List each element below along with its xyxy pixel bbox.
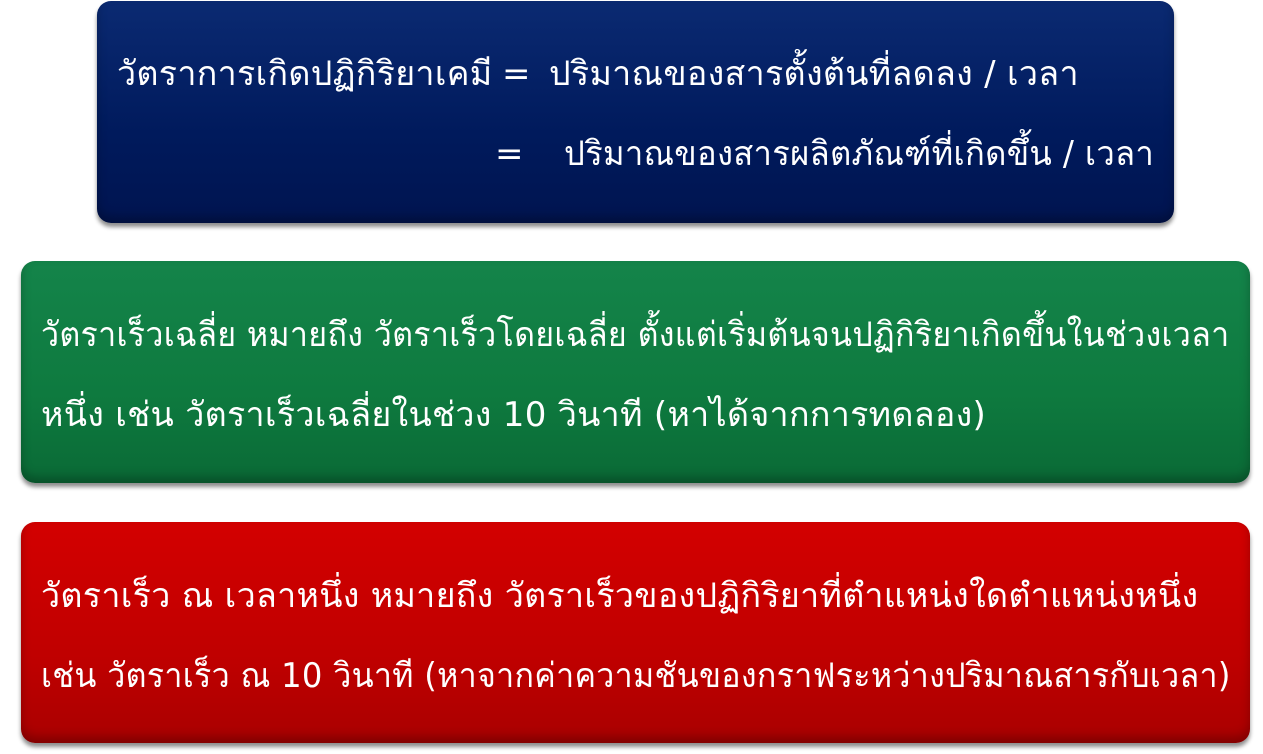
rate-product-formula: ปริมาณของสารผลิตภัณฑ์ที่เกิดขึ้น / เวลา <box>564 134 1155 174</box>
rate-definition-box: วัตราการเกิดปฏิกิริยาเคมี = ปริมาณของสาร… <box>97 1 1174 223</box>
rate-definition-label: วัตราการเกิดปฏิกิริยาเคมี <box>117 54 493 94</box>
average-rate-text-line2: หนึ่ง เช่น วัตราเร็วเฉลี่ยในช่วง 10 วินา… <box>41 395 987 435</box>
equals-sign-2: = <box>495 134 524 174</box>
average-rate-text-line1: วัตราเร็วเฉลี่ย หมายถึง วัตราเร็วโดยเฉลี… <box>41 315 1230 355</box>
instant-rate-text-line2: เช่น วัตราเร็ว ณ 10 วินาที (หาจากค่าความ… <box>41 656 1231 696</box>
instantaneous-rate-box: วัตราเร็ว ณ เวลาหนึ่ง หมายถึง วัตราเร็วข… <box>21 522 1250 743</box>
equals-sign-1: = <box>502 54 531 94</box>
average-rate-box: วัตราเร็วเฉลี่ย หมายถึง วัตราเร็วโดยเฉลี… <box>21 261 1250 483</box>
rate-reactant-formula: ปริมาณของสารตั้งต้นที่ลดลง / เวลา <box>549 54 1079 94</box>
instant-rate-text-line1: วัตราเร็ว ณ เวลาหนึ่ง หมายถึง วัตราเร็วข… <box>41 576 1199 616</box>
